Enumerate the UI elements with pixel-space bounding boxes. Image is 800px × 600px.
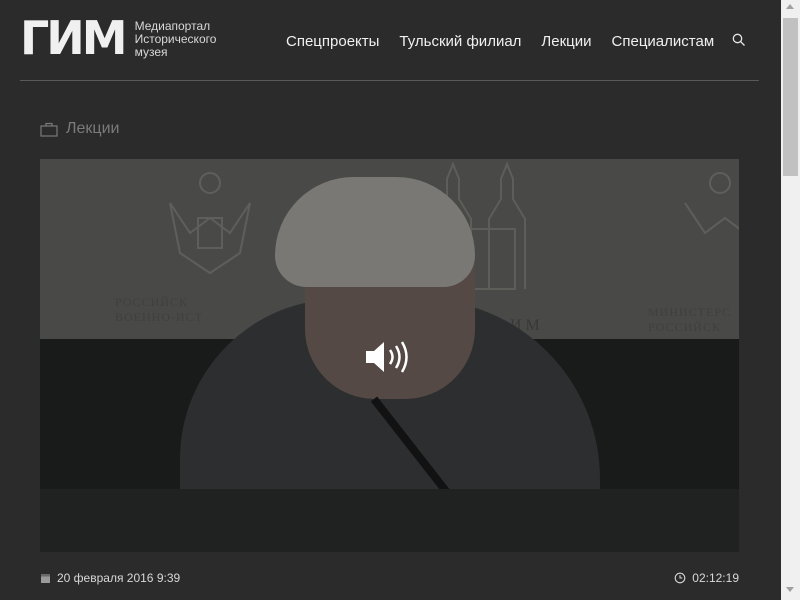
logo-text: Медиапортал Исторического музея (135, 20, 217, 59)
scroll-down-arrow-icon[interactable] (786, 587, 794, 592)
main-nav: Спецпроекты Тульский филиал Лекции Специ… (286, 33, 714, 50)
logo-mark: ГИМ (20, 11, 128, 65)
page-scrollbar[interactable] (781, 0, 800, 600)
video-player[interactable]: РОССИЙСК ВОЕННО-ИСТ МИНИСТЕРС РОССИЙСК И… (40, 159, 739, 552)
nav-item-tula-branch[interactable]: Тульский филиал (399, 33, 521, 50)
section-label: Лекции (66, 120, 120, 137)
clock-icon (674, 572, 686, 584)
search-button[interactable] (732, 33, 746, 52)
nav-item-lectures[interactable]: Лекции (541, 33, 591, 50)
duration-text: 02:12:19 (692, 571, 739, 585)
nav-item-special-projects[interactable]: Спецпроекты (286, 33, 379, 50)
logo-line-3: музея (134, 45, 168, 59)
unmute-button[interactable] (364, 337, 412, 382)
section-heading[interactable]: Лекции (40, 120, 119, 138)
scroll-thumb[interactable] (783, 18, 798, 176)
scroll-up-arrow-icon[interactable] (786, 4, 794, 9)
bag-icon (40, 122, 58, 137)
site-header: ГИМ Медиапортал Исторического музея Спец… (20, 0, 759, 81)
logo[interactable]: ГИМ Медиапортал Исторического музея (20, 11, 217, 65)
video-duration: 02:12:19 (674, 571, 739, 585)
speaker-icon (366, 341, 408, 373)
publish-date: 20 февраля 2016 9:39 (40, 571, 180, 585)
nav-item-specialists[interactable]: Специалистам (612, 33, 715, 50)
publish-date-text: 20 февраля 2016 9:39 (57, 571, 181, 585)
search-icon (732, 33, 745, 46)
calendar-icon (41, 573, 50, 583)
